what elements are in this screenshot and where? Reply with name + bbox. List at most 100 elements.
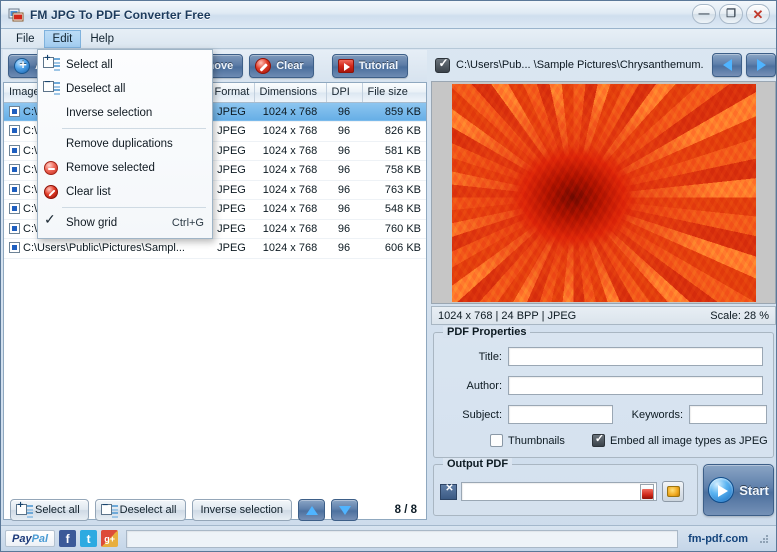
menu-item-shortcut: Ctrl+G <box>171 217 204 229</box>
row-checkbox[interactable] <box>9 164 20 176</box>
inverse-selection-label: Inverse selection <box>200 504 284 516</box>
table-row[interactable]: C:\Users\Public\Pictures\Sampl... JPEG102… <box>4 238 426 259</box>
cell-format: JPEG <box>209 121 254 142</box>
ban-icon <box>255 58 272 74</box>
arrow-right-icon <box>756 59 766 71</box>
row-checkbox[interactable] <box>9 222 20 234</box>
menu-item-label: Clear list <box>66 186 111 198</box>
select-all-label: Select all <box>35 504 80 516</box>
menu-item-deselect-all[interactable]: Deselect all <box>38 77 212 101</box>
subject-label: Subject: <box>462 408 502 421</box>
cell-format: JPEG <box>209 199 254 220</box>
select-all-button[interactable]: Select all <box>10 499 89 521</box>
column-header-dimensions[interactable]: Dimensions <box>254 83 327 103</box>
cell-dimensions: 1024 x 768 <box>254 199 326 220</box>
cell-image-path: C:\Users\Public\Pictures\Sampl... <box>23 242 185 255</box>
image-info-bar: 1024 x 768 | 24 BPP | JPEG Scale: 28 % <box>431 306 776 325</box>
menu-item-select-all[interactable]: Select all <box>38 53 212 77</box>
clear-button[interactable]: Clear <box>249 54 314 78</box>
blank-icon <box>42 104 62 122</box>
close-button[interactable]: ✕ <box>746 4 770 24</box>
next-image-button[interactable] <box>746 53 776 77</box>
output-pdf-title: Output PDF <box>443 458 513 470</box>
menu-item-clear-list[interactable]: Clear list <box>38 180 212 204</box>
checkmark-icon <box>42 211 62 232</box>
menu-item-remove-duplications[interactable]: Remove duplications <box>38 132 212 156</box>
thumbnails-label: Thumbnails <box>508 434 565 447</box>
status-bar: Pay Pal f t g+ fm-pdf.com <box>1 525 776 551</box>
menu-item-label: Select all <box>66 59 113 71</box>
cell-dpi: 96 <box>326 219 362 239</box>
menu-item-inverse-selection[interactable]: Inverse selection <box>38 101 212 125</box>
menu-item-remove-selected[interactable]: Remove selected <box>38 156 212 180</box>
cell-filesize: 859 KB <box>362 102 426 122</box>
deselect-all-icon <box>100 503 118 518</box>
menu-item-label: Inverse selection <box>66 107 153 119</box>
output-path-input[interactable] <box>461 482 657 501</box>
start-button-label: Start <box>739 482 769 498</box>
menu-item-show-grid[interactable]: Show grid Ctrl+G <box>38 211 212 235</box>
folder-icon <box>666 486 680 497</box>
minimize-button[interactable]: — <box>692 4 716 24</box>
image-preview-area[interactable] <box>431 81 776 304</box>
column-header-dpi[interactable]: DPI <box>326 83 363 103</box>
preview-include-checkbox[interactable] <box>435 56 451 73</box>
cell-format: JPEG <box>209 180 254 200</box>
menu-edit[interactable]: Edit <box>43 29 82 48</box>
blank-icon <box>42 135 62 153</box>
menu-item-label: Deselect all <box>66 83 126 95</box>
cell-dimensions: 1024 x 768 <box>254 219 326 239</box>
preview-path-text: C:\Users\Pub... \Sample Pictures\Chrysan… <box>456 59 704 71</box>
brand-link[interactable]: fm-pdf.com <box>688 533 748 545</box>
inverse-selection-button[interactable]: Inverse selection <box>191 499 293 521</box>
row-checkbox[interactable] <box>9 203 20 215</box>
subject-input[interactable] <box>508 405 613 424</box>
image-info-text: 1024 x 768 | 24 BPP | JPEG <box>438 309 577 322</box>
row-checkbox[interactable] <box>9 105 20 117</box>
image-scale-text: Scale: 28 % <box>710 309 769 322</box>
menu-help[interactable]: Help <box>81 30 123 48</box>
column-header-format[interactable]: Format <box>209 83 255 103</box>
embed-jpeg-checkbox[interactable] <box>592 432 606 447</box>
menu-separator <box>62 128 206 129</box>
clear-path-icon[interactable] <box>440 483 458 500</box>
move-up-button[interactable] <box>298 499 326 521</box>
facebook-icon[interactable]: f <box>59 530 77 547</box>
author-input[interactable] <box>508 376 763 395</box>
menu-file[interactable]: File <box>7 30 44 48</box>
pdf-file-icon <box>639 484 655 501</box>
row-checkbox[interactable] <box>9 125 20 137</box>
right-panel: C:\Users\Pub... \Sample Pictures\Chrysan… <box>431 50 776 520</box>
resize-grip[interactable] <box>758 533 770 545</box>
cell-filesize: 763 KB <box>362 180 426 200</box>
cell-dpi: 96 <box>326 121 362 142</box>
row-checkbox[interactable] <box>9 242 20 254</box>
cell-filesize: 758 KB <box>362 160 426 181</box>
thumbnails-checkbox[interactable] <box>490 434 503 447</box>
column-header-filesize[interactable]: File size <box>362 83 426 103</box>
twitter-icon[interactable]: t <box>80 530 98 547</box>
cell-dpi: 96 <box>326 102 362 122</box>
app-icon <box>8 7 24 23</box>
menu-item-label: Remove selected <box>66 162 155 174</box>
arrow-left-icon <box>722 59 732 71</box>
maximize-button[interactable]: ❐ <box>719 4 743 24</box>
paypal-button[interactable]: Pay Pal <box>5 530 56 547</box>
title-input[interactable] <box>508 347 763 366</box>
cell-dimensions: 1024 x 768 <box>254 238 326 259</box>
status-message-field <box>126 529 679 548</box>
cell-dpi: 96 <box>326 141 362 161</box>
deselect-all-button[interactable]: Deselect all <box>94 499 186 521</box>
remove-selected-icon <box>42 159 62 177</box>
row-checkbox[interactable] <box>9 183 20 195</box>
previous-image-button[interactable] <box>712 53 742 77</box>
move-down-button[interactable] <box>331 499 359 521</box>
row-checkbox[interactable] <box>9 144 20 156</box>
tutorial-button[interactable]: Tutorial <box>331 54 409 78</box>
cell-dpi: 96 <box>326 180 362 200</box>
googleplus-icon[interactable]: g+ <box>101 530 119 547</box>
start-button[interactable]: Start <box>703 464 774 516</box>
keywords-input[interactable] <box>689 405 767 424</box>
cell-filesize: 581 KB <box>362 141 426 161</box>
browse-output-button[interactable] <box>662 481 684 502</box>
